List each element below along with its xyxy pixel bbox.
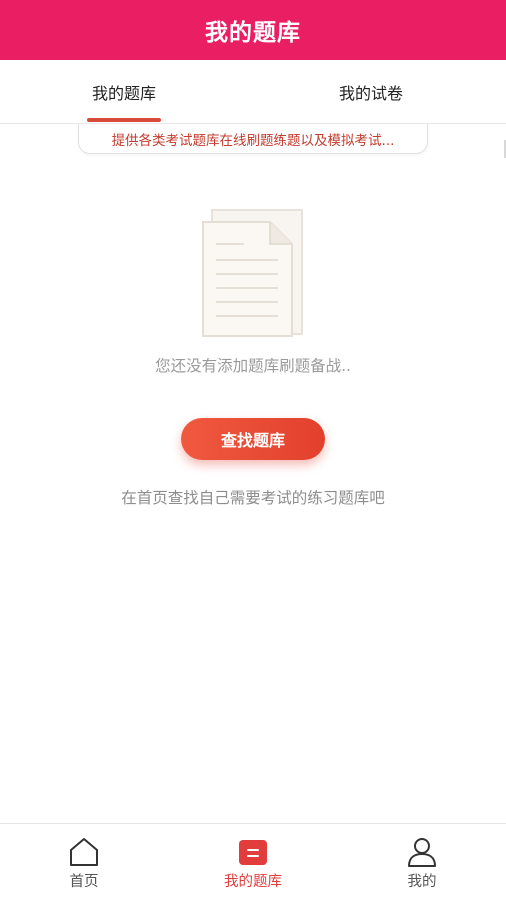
empty-state-message: 您还没有添加题库刷题备战.. bbox=[155, 357, 351, 375]
notice-text: 提供各类考试题库在线刷题练题以及模拟考试... bbox=[111, 132, 395, 149]
nav-question-bank[interactable]: 我的题库 bbox=[193, 824, 313, 900]
tab-bar: 我的题库 我的试卷 bbox=[0, 60, 506, 158]
app-header: 我的题库 bbox=[0, 0, 506, 60]
nav-profile[interactable]: 我的 bbox=[362, 824, 482, 900]
tab-my-papers[interactable]: 我的试卷 bbox=[296, 60, 446, 124]
app-screen: 我的题库 我的题库 我的试卷 提供各类考试题库在线刷题练题以及模拟考试... 您… bbox=[0, 0, 506, 900]
question-bank-icon bbox=[239, 840, 267, 865]
notice-banner[interactable]: 提供各类考试题库在线刷题练题以及模拟考试... bbox=[78, 124, 428, 154]
nav-profile-label: 我的 bbox=[407, 874, 437, 890]
nav-question-bank-label: 我的题库 bbox=[224, 874, 282, 890]
nav-home-label: 首页 bbox=[69, 874, 99, 890]
document-icon bbox=[202, 209, 303, 337]
nav-home[interactable]: 首页 bbox=[24, 824, 144, 900]
user-icon bbox=[408, 838, 436, 867]
find-question-bank-button[interactable]: 查找题库 bbox=[181, 418, 325, 460]
bottom-navigation: 首页 我的题库 我的 bbox=[0, 823, 506, 900]
home-icon bbox=[70, 838, 98, 866]
active-tab-indicator bbox=[87, 118, 161, 122]
page-title: 我的题库 bbox=[205, 20, 301, 46]
tab-my-question-bank[interactable]: 我的题库 bbox=[49, 60, 199, 124]
empty-state-hint: 在首页查找自己需要考试的练习题库吧 bbox=[121, 489, 385, 507]
